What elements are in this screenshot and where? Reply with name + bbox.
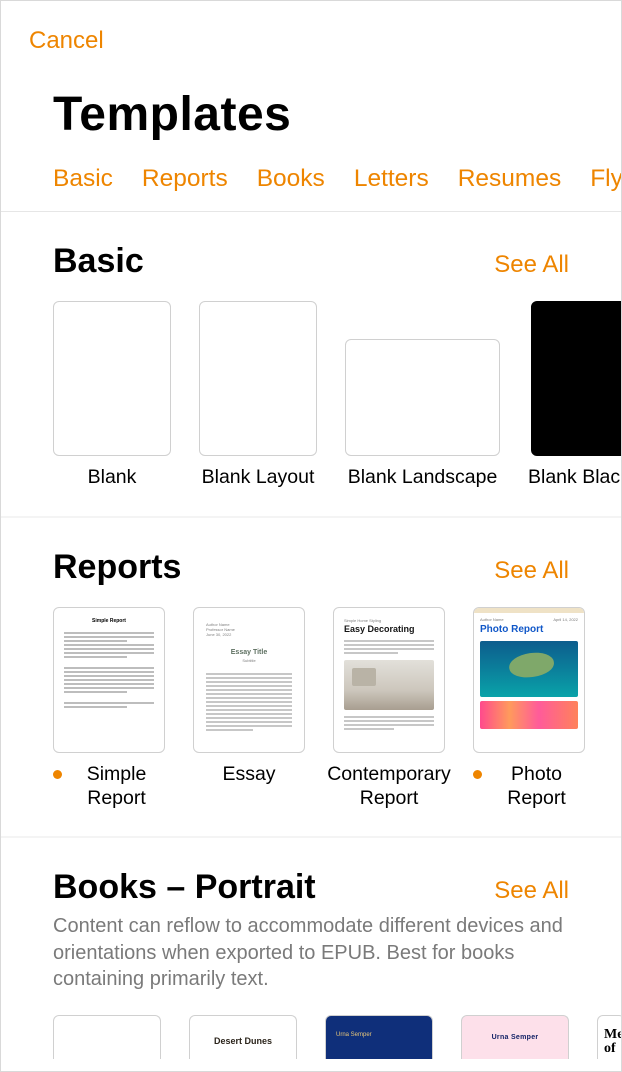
preview-title: Photo Report	[474, 622, 584, 637]
thumbnail-blank-black	[531, 301, 621, 456]
category-tabs: Basic Reports Books Letters Resumes Flye…	[53, 165, 621, 193]
sections-scroll[interactable]: Basic See All Blank Blank Layout Blank L…	[1, 212, 621, 1071]
preview-title: Desert Dunes	[200, 1036, 286, 1046]
tab-letters[interactable]: Letters	[354, 165, 429, 193]
preview-image-placeholder	[480, 641, 578, 697]
section-books-portrait: Books – Portrait See All Content can ref…	[1, 838, 621, 1071]
template-label: Blank Layout	[202, 466, 315, 490]
preview-image-placeholder	[480, 701, 578, 729]
preview-title: Urna Semper	[336, 1032, 422, 1038]
see-all-basic[interactable]: See All	[494, 251, 569, 279]
tab-resumes[interactable]: Resumes	[458, 165, 561, 193]
template-label: Blank	[88, 466, 137, 490]
see-all-reports[interactable]: See All	[494, 557, 569, 585]
template-label: Essay	[222, 763, 275, 787]
template-book-desert-dunes[interactable]: Desert Dunes	[189, 1015, 297, 1059]
thumbnail-essay: Author Name Professor Name June 30, 2022…	[193, 607, 305, 753]
thumbnail-blank	[53, 301, 171, 456]
template-blank-layout[interactable]: Blank Layout	[199, 301, 317, 490]
thumbnail-blank-landscape	[345, 339, 500, 456]
template-book-blank[interactable]	[53, 1015, 161, 1059]
section-title-basic: Basic	[53, 242, 144, 281]
preview-meta: April 14, 2022	[553, 617, 578, 622]
thumbnail-contemporary-report: Simple Home Styling Easy Decorating	[333, 607, 445, 753]
template-contemporary-report[interactable]: Simple Home Styling Easy Decorating Cont…	[333, 607, 445, 811]
section-description-books: Content can reflow to accommodate differ…	[1, 907, 621, 992]
template-label: Blank Black	[528, 466, 621, 490]
template-photo-report[interactable]: Author Name April 14, 2022 Photo Report …	[473, 607, 585, 811]
preview-meta: June 30, 2022	[206, 632, 292, 637]
section-title-books: Books – Portrait	[53, 868, 316, 907]
tab-basic[interactable]: Basic	[53, 165, 113, 193]
thumbnail-simple-report: Simple Report	[53, 607, 165, 753]
template-blank[interactable]: Blank	[53, 301, 171, 490]
preview-title: Me of a	[604, 1028, 618, 1059]
reports-thumb-row[interactable]: Simple Report Simple Report	[1, 587, 621, 811]
thumbnail-photo-report: Author Name April 14, 2022 Photo Report	[473, 607, 585, 753]
thumbnail-book-pink: Urna Semper	[461, 1015, 569, 1059]
preview-meta: Author Name	[480, 617, 504, 622]
cancel-button[interactable]: Cancel	[29, 27, 104, 55]
template-book-blue[interactable]: Urna Semper	[325, 1015, 433, 1059]
basic-thumb-row[interactable]: Blank Blank Layout Blank Landscape Blank…	[1, 281, 621, 490]
thumbnail-book-desert-dunes: Desert Dunes	[189, 1015, 297, 1059]
template-label: Simple Report	[68, 763, 165, 811]
tab-flyer[interactable]: Flyer	[590, 165, 621, 193]
books-thumb-row[interactable]: Desert Dunes Urna Semper Urna Semper Me …	[1, 993, 621, 1059]
template-chooser-screen: Cancel Templates Basic Reports Books Let…	[0, 0, 622, 1072]
template-blank-black[interactable]: Blank Black	[528, 301, 621, 490]
template-book-pink[interactable]: Urna Semper	[461, 1015, 569, 1059]
tab-books[interactable]: Books	[257, 165, 325, 193]
preview-title: Urna Semper	[472, 1034, 558, 1041]
template-label: Blank Landscape	[348, 466, 498, 490]
thumbnail-book-serif: Me of a	[597, 1015, 621, 1059]
thumbnail-book-blank	[53, 1015, 161, 1059]
preview-kicker: Simple Home Styling	[344, 618, 434, 623]
status-dot-icon	[53, 770, 62, 779]
thumbnail-blank-layout	[199, 301, 317, 456]
preview-image-placeholder	[344, 660, 434, 710]
tab-reports[interactable]: Reports	[142, 165, 228, 193]
preview-title: Essay Title	[206, 649, 292, 656]
preview-headline: Easy Decorating	[344, 625, 434, 634]
template-essay[interactable]: Author Name Professor Name June 30, 2022…	[193, 607, 305, 811]
page-title: Templates	[53, 87, 291, 142]
template-label: Photo Report	[488, 763, 585, 811]
thumbnail-book-blue: Urna Semper	[325, 1015, 433, 1059]
template-book-serif[interactable]: Me of a	[597, 1015, 621, 1059]
template-blank-landscape[interactable]: Blank Landscape	[345, 301, 500, 490]
status-dot-icon	[473, 770, 482, 779]
template-label: Contemporary Report	[327, 763, 451, 811]
section-title-reports: Reports	[53, 548, 181, 587]
see-all-books[interactable]: See All	[494, 877, 569, 905]
template-simple-report[interactable]: Simple Report Simple Report	[53, 607, 165, 811]
section-reports: Reports See All Simple Report	[1, 518, 621, 839]
section-basic: Basic See All Blank Blank Layout Blank L…	[1, 212, 621, 518]
